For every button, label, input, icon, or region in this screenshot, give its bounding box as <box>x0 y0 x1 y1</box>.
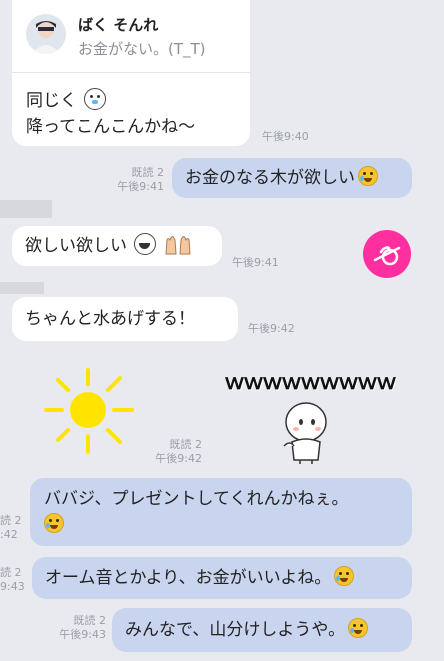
read-receipt-partial: 読 2 9:43 <box>0 566 26 594</box>
reply-bubble[interactable]: ばく そんれ お金がない。(T_T) 同じく 降ってこんこんかね〜 <box>12 0 250 146</box>
face-with-tears-of-joy-icon <box>358 166 378 186</box>
message-text: オーム音とかより、お金がいいよね。 <box>45 568 332 588</box>
quote-header[interactable]: ばく そんれ お金がない。(T_T) <box>12 0 250 73</box>
message-time: :42 <box>0 528 18 541</box>
chat-screen: ばく そんれ お金がない。(T_T) 同じく 降ってこんこんかね〜 午後9:40… <box>0 0 444 661</box>
message-time: 9:43 <box>0 580 25 593</box>
quote-text: お金がない。(T_T) <box>78 40 206 58</box>
quote-sender-name: ばく そんれ <box>78 16 159 34</box>
message-text: ババジ、プレゼントしてくれんかねぇ。 <box>44 489 349 509</box>
read-label: 既読 2 <box>131 166 165 179</box>
message-text: 欲しい欲しい <box>25 236 127 256</box>
message-text: お金のなる木が欲しい <box>185 168 355 188</box>
quote-avatar <box>26 14 66 54</box>
read-label: 既読 2 <box>169 438 203 451</box>
pink-round-badge-icon[interactable] <box>363 230 411 278</box>
read-receipt: 既読 2 午後9:41 <box>100 166 164 194</box>
outgoing-message[interactable]: ババジ、プレゼントしてくれんかねぇ。 <box>30 478 412 546</box>
message-time: 午後9:41 <box>117 180 164 193</box>
message-time: 午後9:40 <box>262 130 309 143</box>
ghost-emoji-icon <box>84 88 107 110</box>
incoming-message[interactable]: 欲しい欲しい <box>12 226 222 266</box>
read-label: 読 2 <box>0 514 22 527</box>
face-with-tears-of-joy-icon <box>348 618 369 638</box>
message-time: 午後9:41 <box>232 256 279 269</box>
w-laugh-text: ｗｗｗｗｗｗｗｗｗ <box>224 370 397 394</box>
sun-icon <box>38 366 138 456</box>
raised-hands-icon <box>164 234 192 256</box>
white-character-sticker-icon <box>274 400 334 466</box>
message-time: 午後9:42 <box>248 322 295 335</box>
reply-line-1: 同じく <box>26 86 107 111</box>
message-text: みんなで、山分けしようや。 <box>125 620 346 640</box>
message-emoji-row <box>44 512 398 538</box>
divider <box>0 282 44 294</box>
face-with-tears-of-joy-icon <box>334 566 355 586</box>
read-receipt: 既読 2 午後9:42 <box>134 438 202 466</box>
grinning-face-icon <box>134 233 157 255</box>
read-receipt: 既読 2 午後9:43 <box>42 614 106 642</box>
face-with-tears-of-joy-icon <box>44 513 64 533</box>
read-receipt-partial: 読 2 :42 <box>0 514 22 542</box>
incoming-message[interactable]: ちゃんと水あげする！ <box>12 297 238 341</box>
outgoing-message[interactable]: みんなで、山分けしようや。 <box>112 608 412 652</box>
read-label: 読 2 <box>0 566 22 579</box>
read-label: 既読 2 <box>73 614 107 627</box>
outgoing-message[interactable]: オーム音とかより、お金がいいよね。 <box>32 557 412 599</box>
divider <box>0 200 52 218</box>
reply-line-2: 降ってこんこんかね〜 <box>26 117 196 137</box>
message-time: 午後9:43 <box>59 628 106 641</box>
reply-line-1-text: 同じく <box>26 91 77 111</box>
message-time: 午後9:42 <box>155 452 202 465</box>
message-text: ちゃんと水あげする！ <box>25 309 195 329</box>
outgoing-message[interactable]: お金のなる木が欲しい <box>172 158 412 198</box>
